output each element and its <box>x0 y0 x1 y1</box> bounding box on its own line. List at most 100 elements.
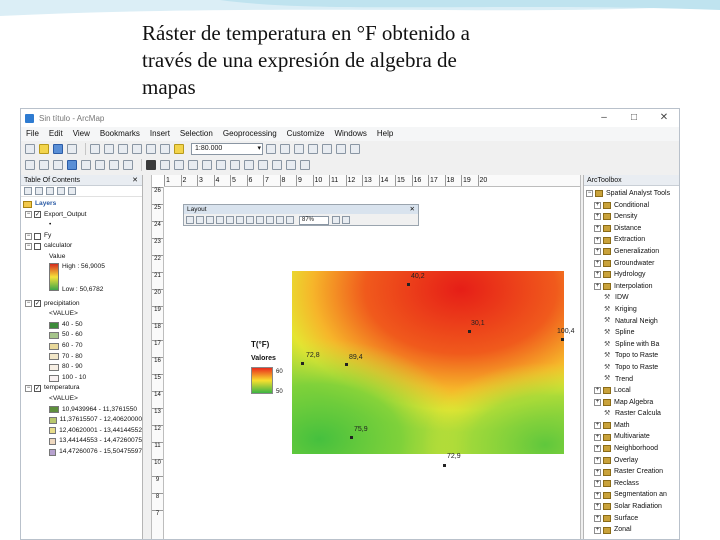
layer-visibility-checkbox[interactable]: ✓ <box>34 211 41 219</box>
fixed-zoom-in-icon[interactable] <box>81 160 91 170</box>
toolbox-root[interactable]: − Spatial Analyst Tools <box>586 188 679 200</box>
previous-extent-icon[interactable] <box>256 216 264 224</box>
create-viewer-icon[interactable] <box>300 160 310 170</box>
toolbox-toolset[interactable]: + Raster Creation <box>586 466 679 478</box>
toolbox-toolset[interactable]: + Local <box>586 385 679 397</box>
toolbox-toolset[interactable]: + Hydrology <box>586 269 679 281</box>
expand-icon[interactable]: + <box>594 283 601 291</box>
data-driven-pages-icon[interactable] <box>342 216 350 224</box>
toolbox-toolset[interactable]: + Extraction <box>586 234 679 246</box>
go-to-xy-icon[interactable] <box>272 160 282 170</box>
layout-zoom-out-icon[interactable] <box>196 216 204 224</box>
list-by-visibility-icon[interactable] <box>46 187 54 195</box>
toc-root-layers[interactable]: Layers <box>23 199 142 210</box>
time-slider-icon[interactable] <box>286 160 296 170</box>
menu-windows[interactable]: Windows <box>329 127 371 141</box>
select-elements-icon[interactable] <box>174 160 184 170</box>
menu-edit[interactable]: Edit <box>44 127 68 141</box>
delete-icon[interactable] <box>132 144 142 154</box>
menu-view[interactable]: View <box>68 127 95 141</box>
toc-layer-precipitation[interactable]: − ✓ precipitation <box>23 299 142 310</box>
cut-icon[interactable] <box>90 144 100 154</box>
toolbox-tool[interactable]: ⚒ Trend <box>586 374 679 386</box>
collapse-icon[interactable]: − <box>25 243 32 251</box>
minimize-button[interactable]: – <box>589 109 619 127</box>
toc-layer-temperatura[interactable]: − ✓ temperatura <box>23 383 142 394</box>
toolbox-tool[interactable]: ⚒ IDW <box>586 292 679 304</box>
toolbox-toolset[interactable]: + Conditional <box>586 200 679 212</box>
toolbox-tool[interactable]: ⚒ Kriging <box>586 304 679 316</box>
search-icon[interactable] <box>308 144 318 154</box>
pan-icon[interactable] <box>53 160 63 170</box>
python-icon[interactable] <box>336 144 346 154</box>
layer-visibility-checkbox[interactable]: ✓ <box>34 300 41 308</box>
clear-selection-icon[interactable] <box>160 160 170 170</box>
catalog-icon[interactable] <box>294 144 304 154</box>
maximize-button[interactable]: □ <box>619 109 649 127</box>
toolbox-toolset[interactable]: + Interpolation <box>586 281 679 293</box>
toolbox-toolset[interactable]: + Math <box>586 420 679 432</box>
new-document-icon[interactable] <box>25 144 35 154</box>
options-icon[interactable] <box>68 187 76 195</box>
close-icon[interactable]: ✕ <box>410 205 415 214</box>
change-layout-icon[interactable] <box>332 216 340 224</box>
find-route-icon[interactable] <box>258 160 268 170</box>
layout-pan-icon[interactable] <box>206 216 214 224</box>
menu-insert[interactable]: Insert <box>145 127 175 141</box>
collapse-icon[interactable]: − <box>25 211 32 219</box>
paste-icon[interactable] <box>118 144 128 154</box>
toggle-draft-mode-icon[interactable] <box>276 216 284 224</box>
expand-icon[interactable]: + <box>594 387 601 395</box>
hyperlink-icon[interactable] <box>202 160 212 170</box>
toolbox-tool[interactable]: ⚒ Topo to Raste <box>586 362 679 374</box>
expand-icon[interactable]: + <box>594 526 601 534</box>
toolbox-toolset[interactable]: + Surface <box>586 513 679 525</box>
expand-icon[interactable]: + <box>594 225 601 233</box>
toolbox-toolset[interactable]: + Solar Radiation <box>586 501 679 513</box>
collapse-icon[interactable]: − <box>25 232 32 240</box>
toc-layer-calculator[interactable]: − calculator <box>23 241 142 252</box>
undo-icon[interactable] <box>146 144 156 154</box>
next-extent-icon[interactable] <box>123 160 133 170</box>
expand-icon[interactable]: + <box>594 480 601 488</box>
save-icon[interactable] <box>53 144 63 154</box>
layout-page[interactable]: Layout ✕ 87% 40,2 30,1 100,4 72,8 89,4 7… <box>165 188 580 539</box>
toc-layer-export-output[interactable]: − ✓ Export_Output <box>23 210 142 221</box>
expand-icon[interactable]: + <box>594 271 601 279</box>
zoom-100-icon[interactable] <box>226 216 234 224</box>
expand-icon[interactable]: + <box>594 491 601 499</box>
redo-icon[interactable] <box>160 144 170 154</box>
toolbox-tool[interactable]: ⚒ Spline <box>586 327 679 339</box>
next-extent-icon[interactable] <box>266 216 274 224</box>
menu-geoprocessing[interactable]: Geoprocessing <box>218 127 282 141</box>
html-popup-icon[interactable] <box>216 160 226 170</box>
toolbox-toolset[interactable]: + Density <box>586 211 679 223</box>
layout-zoom-in-icon[interactable] <box>186 216 194 224</box>
model-builder-icon[interactable] <box>350 144 360 154</box>
layer-visibility-checkbox[interactable] <box>34 232 41 240</box>
menu-selection[interactable]: Selection <box>175 127 218 141</box>
expand-icon[interactable]: + <box>594 236 601 244</box>
collapse-icon[interactable]: − <box>25 300 32 308</box>
toolbox-toolset[interactable]: + Neighborhood <box>586 443 679 455</box>
close-button[interactable]: ✕ <box>649 109 679 127</box>
layout-zoom-select[interactable]: 87% <box>299 215 329 225</box>
fixed-zoom-out-icon[interactable] <box>95 160 105 170</box>
layout-view[interactable]: 1 2 3 4 5 6 7 8 9 10 11 12 13 14 15 16 17 18 19 20 26 25 24 23… <box>151 175 581 539</box>
toolbox-toolset[interactable]: + Distance <box>586 223 679 235</box>
menu-bookmarks[interactable]: Bookmarks <box>95 127 145 141</box>
collapse-icon[interactable]: − <box>586 190 593 198</box>
toc-layer-fy[interactable]: − Fy <box>23 231 142 242</box>
arctoolbox-icon[interactable] <box>322 144 332 154</box>
zoom-in-icon[interactable] <box>25 160 35 170</box>
toolbox-toolset[interactable]: + Multivariate <box>586 431 679 443</box>
print-icon[interactable] <box>67 144 77 154</box>
collapse-icon[interactable]: − <box>25 385 32 393</box>
toolbox-tool[interactable]: ⚒ Spline with Ba <box>586 339 679 351</box>
map-legend[interactable]: T(°F) Valores 60 50 <box>251 340 285 408</box>
toolbox-tool[interactable]: ⚒ Topo to Raste <box>586 350 679 362</box>
toolbox-toolset[interactable]: + Zonal <box>586 524 679 536</box>
toolbox-toolset[interactable]: + Overlay <box>586 455 679 467</box>
toolbox-toolset[interactable]: + Reclass <box>586 478 679 490</box>
list-by-selection-icon[interactable] <box>57 187 65 195</box>
